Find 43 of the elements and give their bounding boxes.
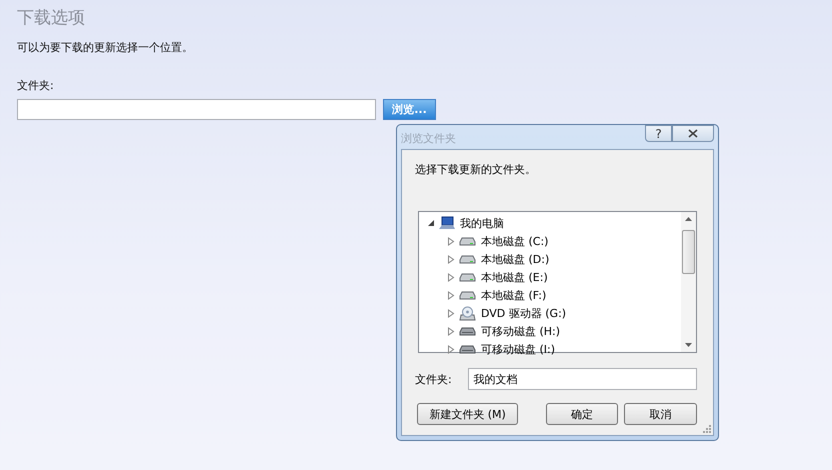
collapsed-arrow-icon[interactable]	[447, 272, 455, 282]
dialog-prompt: 选择下载更新的文件夹。	[415, 162, 537, 177]
tree-item[interactable]: 可移动磁盘 (H:)	[481, 324, 560, 338]
expanded-arrow-icon[interactable]	[427, 218, 435, 228]
collapsed-arrow-icon[interactable]	[447, 254, 455, 264]
dvd-drive-icon	[459, 306, 476, 320]
tree-item[interactable]: DVD 驱动器 (G:)	[481, 306, 566, 320]
tree-item[interactable]: 我的电脑	[460, 216, 504, 230]
dialog-title: 浏览文件夹	[401, 131, 456, 146]
collapsed-arrow-icon[interactable]	[447, 236, 455, 246]
scroll-up-icon[interactable]	[685, 217, 692, 221]
hard-drive-icon	[459, 290, 476, 300]
hard-drive-icon	[459, 236, 476, 246]
tree-item[interactable]: 本地磁盘 (F:)	[481, 288, 546, 302]
scrollbar-thumb[interactable]	[682, 230, 695, 274]
collapsed-arrow-icon[interactable]	[447, 308, 455, 318]
dialog-button[interactable]: 取消	[624, 403, 697, 425]
dialog-folder-label: 文件夹:	[415, 372, 453, 386]
collapsed-arrow-icon[interactable]	[447, 290, 455, 300]
resize-grip-icon[interactable]	[701, 423, 711, 433]
close-button[interactable]	[672, 125, 714, 142]
removable-drive-icon	[459, 326, 476, 336]
removable-drive-icon	[459, 344, 476, 354]
dialog-button[interactable]: 新建文件夹 (M)	[417, 403, 518, 425]
page-title: 下载选项	[17, 7, 86, 30]
tree-item[interactable]: 本地磁盘 (D:)	[481, 252, 550, 266]
help-button[interactable]: ?	[645, 125, 672, 142]
hard-drive-icon	[459, 272, 476, 282]
description-text: 可以为要下载的更新选择一个位置。	[17, 40, 194, 55]
computer-icon	[439, 216, 455, 230]
hard-drive-icon	[459, 254, 476, 264]
scroll-down-icon[interactable]	[685, 343, 692, 347]
folder-input-field[interactable]	[17, 99, 376, 120]
dialog-folder-input-field[interactable]: 我的文档	[468, 368, 697, 390]
close-icon	[688, 129, 698, 138]
collapsed-arrow-icon[interactable]	[447, 344, 455, 354]
folder-label: 文件夹:	[17, 78, 55, 93]
dialog-button[interactable]: 确定	[546, 403, 618, 425]
tree-item[interactable]: 本地磁盘 (E:)	[481, 270, 548, 284]
tree-item[interactable]: 可移动磁盘 (I:)	[481, 342, 556, 356]
tree-item[interactable]: 本地磁盘 (C:)	[481, 234, 548, 248]
vertical-scrollbar[interactable]	[681, 212, 696, 352]
collapsed-arrow-icon[interactable]	[447, 326, 455, 336]
